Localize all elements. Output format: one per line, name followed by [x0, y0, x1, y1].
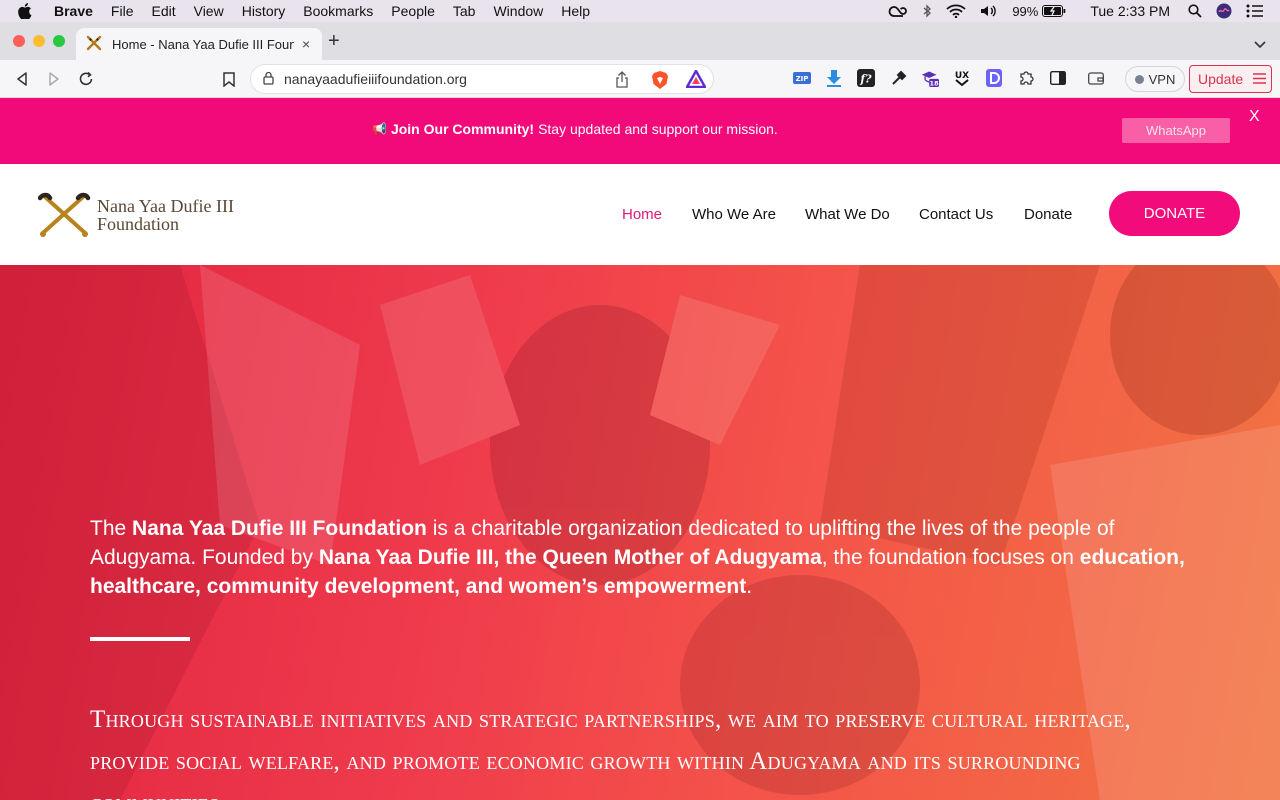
eyedropper-extension-icon[interactable] — [890, 69, 908, 87]
macos-menu-bar: Brave File Edit View History Bookmarks P… — [0, 0, 1280, 22]
vpn-button[interactable]: VPN — [1125, 66, 1185, 92]
menu-help[interactable]: Help — [561, 3, 590, 19]
nav-contact-us[interactable]: Contact Us — [919, 206, 993, 223]
logo-text: Nana Yaa Dufie III Foundation — [97, 197, 234, 233]
d-extension-icon[interactable] — [985, 69, 1003, 87]
wallet-icon[interactable] — [1087, 69, 1105, 87]
announcement-message: 📢 Join Our Community! Stay updated and s… — [372, 121, 778, 137]
announcement-bold: Join Our Community! — [390, 121, 535, 137]
hero-intro-text-4: . — [746, 575, 753, 598]
vpn-status-dot — [1134, 74, 1144, 84]
logo-line-2: Foundation — [97, 214, 180, 234]
foundation-logo[interactable]: Nana Yaa Dufie III Foundation — [38, 192, 258, 238]
back-button[interactable] — [12, 69, 32, 89]
zip-extension-icon[interactable]: ZIP — [793, 69, 811, 87]
clock[interactable]: Tue 2:33 PM — [1090, 3, 1170, 19]
whatsapp-button[interactable]: WhatsApp — [1122, 118, 1230, 143]
brave-shields-icon[interactable] — [651, 70, 669, 93]
bookmark-icon[interactable] — [219, 69, 239, 89]
hero-divider — [90, 637, 190, 641]
donate-button[interactable]: DONATE — [1109, 191, 1240, 236]
new-tab-button[interactable]: + — [328, 31, 340, 51]
site-favicon-icon — [86, 35, 102, 54]
tab-title: Home - Nana Yaa Dufie III Foundation — [112, 36, 294, 52]
hero-intro-bold-founder: Nana Yaa Dufie III, the Queen Mother of … — [318, 546, 822, 569]
hero-section: The Nana Yaa Dufie III Foundation is a c… — [0, 265, 1280, 800]
tab-close-icon[interactable]: × — [302, 36, 310, 52]
nav-what-we-do[interactable]: What We Do — [805, 206, 890, 223]
hero-intro-paragraph: The Nana Yaa Dufie III Foundation is a c… — [90, 514, 1200, 601]
logo-line-1: Nana Yaa Dufie III — [97, 196, 234, 216]
control-center-icon[interactable] — [1246, 4, 1264, 18]
announcement-close-button[interactable]: X — [1249, 108, 1260, 126]
menu-edit[interactable]: Edit — [151, 3, 175, 19]
extension-badge-count: 18 — [930, 79, 939, 87]
window-close-button[interactable] — [13, 35, 25, 47]
address-bar[interactable]: nanayaadufieiiifoundation.org — [250, 64, 714, 94]
menu-bookmarks[interactable]: Bookmarks — [303, 3, 373, 19]
forward-button[interactable] — [44, 69, 64, 89]
menu-app-brave[interactable]: Brave — [54, 3, 93, 19]
nav-donate[interactable]: Donate — [1024, 206, 1072, 223]
hamburger-menu-icon — [1253, 71, 1267, 87]
announcement-text: Stay updated and support our mission. — [538, 121, 778, 137]
menu-history[interactable]: History — [242, 3, 286, 19]
siri-icon[interactable] — [1216, 3, 1232, 19]
hero-intro-text-1: The — [90, 517, 133, 540]
browser-toolbar: nanayaadufieiiifoundation.org ZIP f? 18 … — [0, 60, 1280, 98]
site-header: Nana Yaa Dufie III Foundation Home Who W… — [0, 164, 1280, 265]
font-extension-icon[interactable]: f? — [857, 69, 875, 87]
ux-extension-icon[interactable]: UX — [953, 69, 971, 87]
graduation-cap-extension-icon[interactable]: 18 — [921, 69, 939, 87]
update-label: Update — [1198, 71, 1244, 87]
menu-tab[interactable]: Tab — [453, 3, 476, 19]
menu-people[interactable]: People — [391, 3, 435, 19]
reload-button[interactable] — [76, 69, 96, 89]
hero-intro-bold-foundation: Nana Yaa Dufie III Foundation — [132, 517, 427, 540]
megaphone-icon: 📢 — [372, 122, 387, 136]
svg-text:f?: f? — [859, 73, 872, 86]
nav-who-we-are[interactable]: Who We Are — [692, 206, 776, 223]
volume-icon[interactable] — [980, 4, 998, 18]
hero-mission-paragraph: Through sustainable initiatives and stra… — [90, 706, 1131, 800]
apple-icon[interactable] — [18, 0, 38, 22]
wifi-icon[interactable] — [946, 4, 966, 18]
browser-tab-bar: Home - Nana Yaa Dufie III Foundation × + — [0, 22, 1280, 60]
lock-icon[interactable] — [263, 71, 274, 88]
crossed-staffs-logo-icon — [38, 192, 91, 237]
svg-text:UX: UX — [955, 71, 969, 81]
menu-window[interactable]: Window — [493, 3, 543, 19]
spotlight-search-icon[interactable] — [1188, 4, 1202, 18]
creative-cloud-icon[interactable] — [888, 4, 908, 18]
extensions-puzzle-icon[interactable] — [1017, 69, 1035, 87]
brave-rewards-icon[interactable] — [685, 69, 707, 91]
battery-icon[interactable] — [1042, 5, 1066, 17]
svg-text:ZIP: ZIP — [796, 75, 809, 83]
tab-list-chevron-icon[interactable] — [1254, 36, 1266, 54]
nav-home[interactable]: Home — [622, 206, 662, 223]
window-minimize-button[interactable] — [33, 35, 45, 47]
url-text[interactable]: nanayaadufieiiifoundation.org — [284, 71, 467, 87]
vpn-label: VPN — [1148, 71, 1176, 87]
bluetooth-icon[interactable] — [922, 4, 932, 18]
battery-percent: 99% — [1012, 3, 1039, 19]
hero-intro-text-3: , the foundation focuses on — [821, 546, 1080, 569]
download-extension-icon[interactable] — [825, 69, 843, 87]
share-icon[interactable] — [615, 71, 629, 91]
announcement-bar: 📢 Join Our Community! Stay updated and s… — [0, 98, 1280, 164]
window-zoom-button[interactable] — [53, 35, 65, 47]
active-tab[interactable]: Home - Nana Yaa Dufie III Foundation × — [76, 28, 322, 60]
update-button[interactable]: Update — [1189, 65, 1272, 93]
menu-view[interactable]: View — [194, 3, 224, 19]
menu-file[interactable]: File — [111, 3, 134, 19]
sidebar-toggle-icon[interactable] — [1049, 69, 1067, 87]
